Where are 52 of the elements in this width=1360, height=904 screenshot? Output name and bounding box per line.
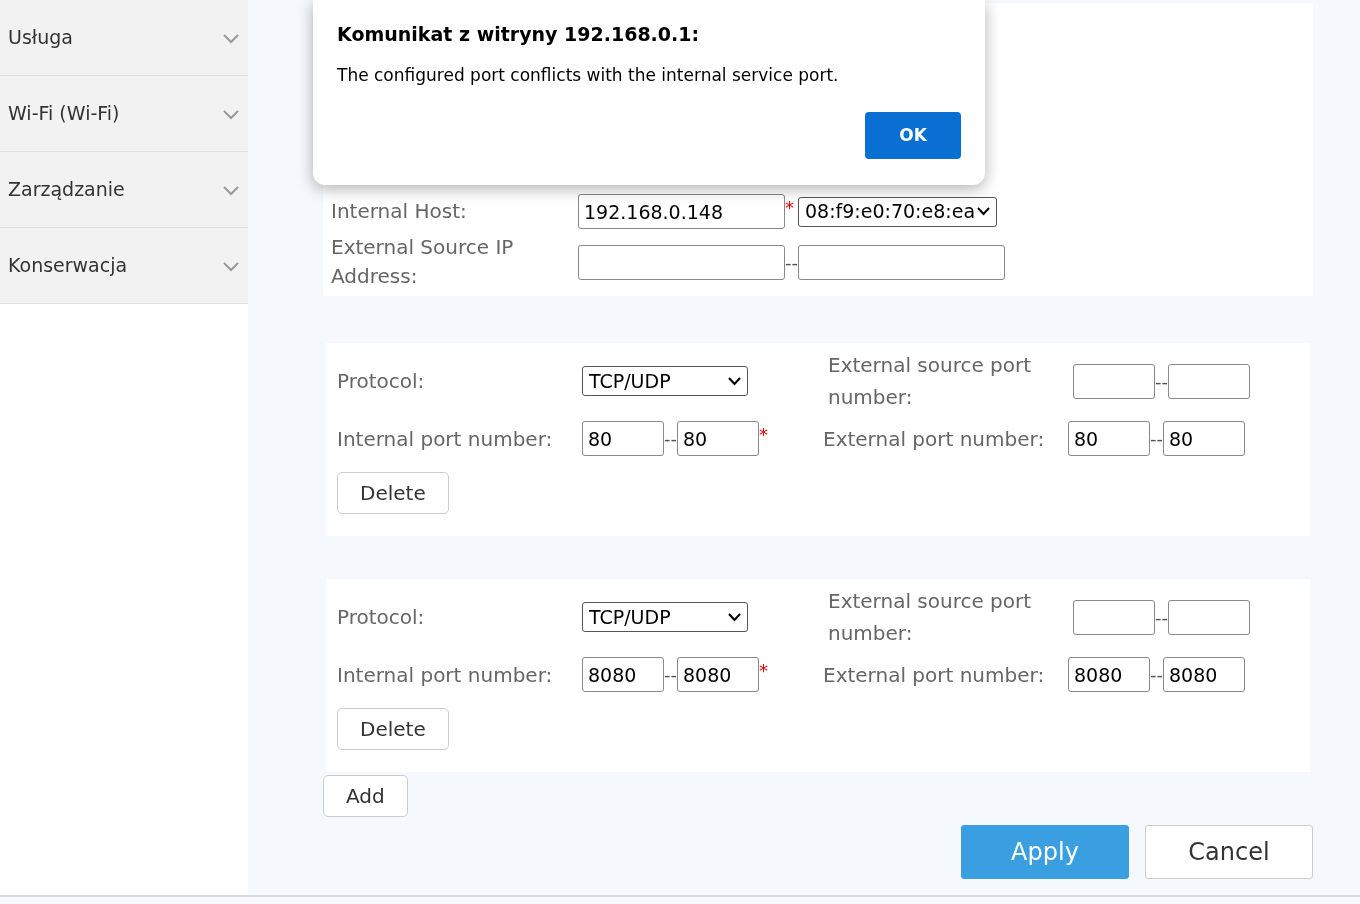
separator: --	[664, 663, 677, 687]
input-field[interactable]: 80	[582, 421, 664, 456]
input-field[interactable]: 80	[677, 421, 759, 456]
input-field[interactable]: 80	[1163, 421, 1245, 456]
separator: --	[1150, 427, 1163, 451]
mac-select[interactable]: 08:f9:e0:70:e8:ea	[798, 196, 997, 227]
input-field[interactable]: 8080	[1068, 657, 1150, 692]
input-field[interactable]: 80	[1068, 421, 1150, 456]
dialog-message: The configured port conflicts with the internal service port.	[337, 63, 840, 87]
field-label: External source port number:	[828, 588, 1033, 647]
sidebar-item[interactable]: Zarządzanie	[0, 152, 248, 228]
input-field[interactable]	[1073, 363, 1155, 399]
separator: --	[1155, 369, 1168, 394]
field-label: External port number:	[823, 425, 1046, 453]
sidebar-item[interactable]: Usługa	[0, 0, 248, 76]
cancel-button[interactable]: Cancel	[1145, 825, 1313, 879]
field-label: Internal port number:	[337, 661, 554, 689]
input-field[interactable]: 192.168.0.148	[578, 194, 785, 229]
separator: --	[785, 250, 798, 275]
add-button[interactable]: Add	[323, 775, 408, 817]
field-label: External Source IP Address:	[331, 234, 515, 290]
delete-button[interactable]: Delete	[337, 472, 449, 514]
sidebar-item[interactable]: Konserwacja	[0, 228, 248, 304]
sidebar-item[interactable]: Wi-Fi (Wi-Fi)	[0, 76, 248, 152]
caret-icon	[728, 376, 741, 386]
dialog-title: Komunikat z witryny 192.168.0.1:	[337, 22, 701, 47]
separator: --	[664, 427, 677, 451]
caret-icon	[728, 612, 741, 622]
separator: --	[1150, 663, 1163, 687]
input-field[interactable]	[1073, 599, 1155, 635]
field-label: Internal port number:	[337, 425, 554, 453]
caret-icon	[977, 207, 990, 216]
input-field[interactable]: 8080	[677, 657, 759, 692]
input-field[interactable]	[1168, 363, 1250, 399]
field-label: Internal Host:	[331, 198, 468, 225]
field-label: Protocol:	[337, 368, 426, 395]
delete-button[interactable]: Delete	[337, 708, 449, 750]
input-field[interactable]: 8080	[582, 657, 664, 692]
field-label: External source port number:	[828, 352, 1033, 411]
input-field[interactable]	[798, 244, 1005, 280]
required-mark: *	[785, 196, 794, 220]
input-field[interactable]: 8080	[1163, 657, 1245, 692]
protocol-select[interactable]: TCP/UDP	[582, 602, 748, 632]
ok-button[interactable]: OK	[865, 112, 961, 159]
input-field[interactable]	[578, 244, 785, 280]
required-mark: *	[759, 659, 769, 683]
protocol-select[interactable]: TCP/UDP	[582, 366, 748, 396]
field-label: Protocol:	[337, 604, 426, 631]
input-field[interactable]	[1168, 599, 1250, 635]
field-label: External port number:	[823, 661, 1046, 689]
required-mark: *	[759, 423, 769, 447]
separator: --	[1155, 605, 1168, 630]
